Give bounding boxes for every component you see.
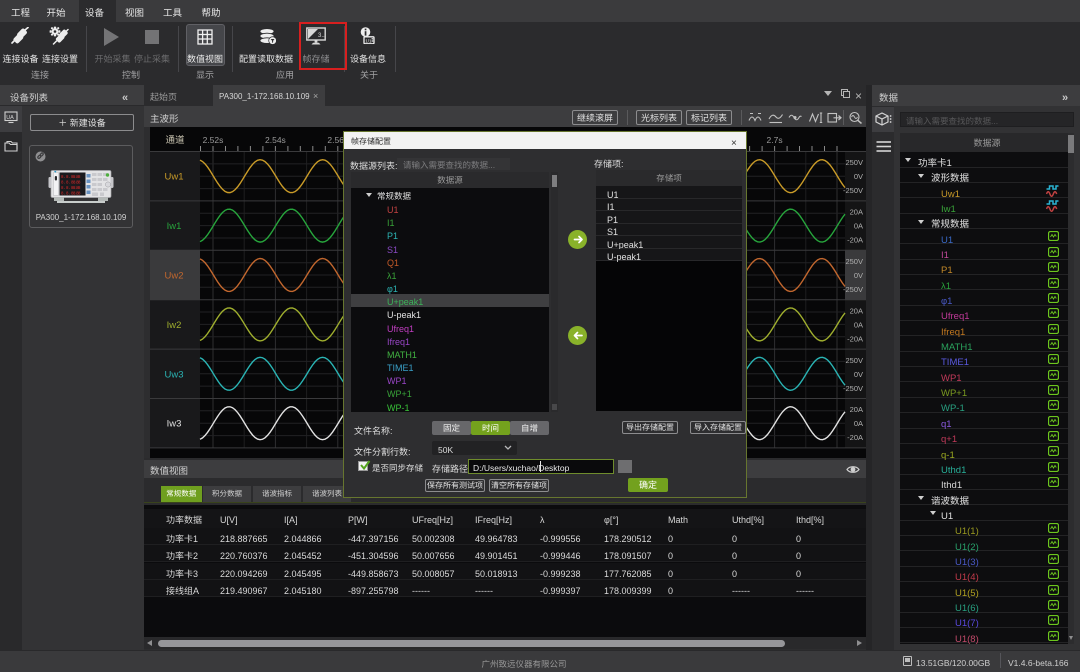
svg-text:0V: 0V: [854, 271, 863, 280]
svg-text:Iw1: Iw1: [167, 218, 182, 232]
svg-text:2.7s: 2.7s: [767, 134, 783, 146]
svg-text:2.52s: 2.52s: [203, 134, 224, 146]
svg-text:20A: 20A: [850, 208, 863, 217]
svg-text:通道: 通道: [165, 132, 185, 146]
svg-text:-20A: -20A: [847, 334, 863, 343]
svg-text:0V: 0V: [854, 172, 863, 181]
svg-text:0A: 0A: [854, 222, 863, 231]
svg-text:8.8: 8.8: [73, 193, 81, 197]
svg-text:8.8: 8.8: [73, 187, 81, 191]
svg-text:-20A: -20A: [847, 433, 863, 442]
svg-text:Uw1: Uw1: [164, 169, 183, 183]
svg-text:20A: 20A: [850, 405, 863, 414]
svg-text:-250V: -250V: [843, 285, 863, 294]
svg-text:-250V: -250V: [843, 384, 863, 393]
svg-text:2.54s: 2.54s: [265, 134, 286, 146]
svg-text:250V: 250V: [845, 356, 863, 365]
svg-text:UA: UA: [6, 115, 14, 121]
svg-text:3..: 3..: [318, 33, 325, 39]
svg-text:1/1: 1/1: [365, 39, 372, 44]
svg-text:0A: 0A: [854, 419, 863, 428]
svg-text:8.8: 8.8: [73, 182, 81, 186]
svg-text:0V: 0V: [854, 370, 863, 379]
svg-text:Uw2: Uw2: [164, 268, 183, 282]
svg-text:Iw2: Iw2: [167, 317, 182, 331]
svg-text:20A: 20A: [850, 306, 863, 315]
svg-text:8.8: 8.8: [73, 176, 81, 180]
svg-text:Uw3: Uw3: [164, 366, 183, 380]
svg-text:0A: 0A: [854, 320, 863, 329]
svg-text:250V: 250V: [845, 257, 863, 266]
svg-text:250V: 250V: [845, 158, 863, 167]
svg-text:-250V: -250V: [843, 186, 863, 195]
svg-text:Iw3: Iw3: [167, 416, 182, 430]
svg-text:-20A: -20A: [847, 236, 863, 245]
